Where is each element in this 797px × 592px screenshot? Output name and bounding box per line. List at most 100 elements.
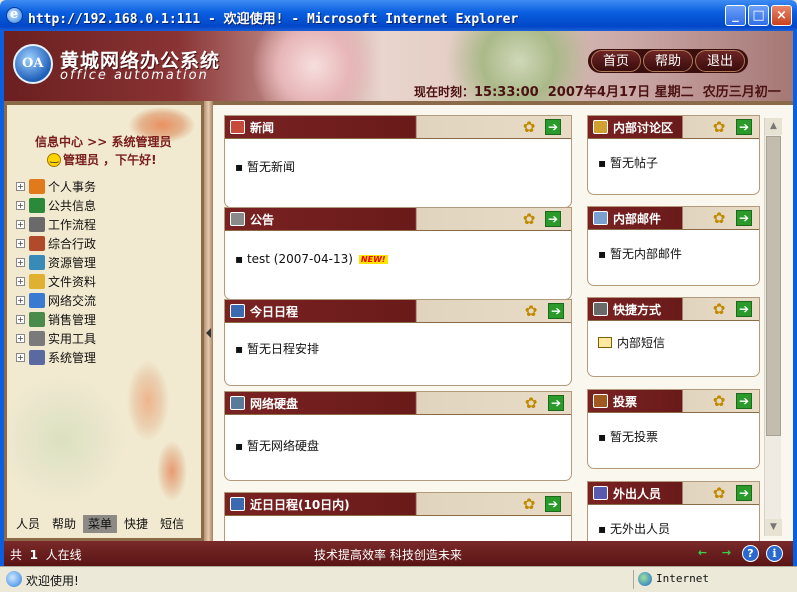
sidebar-item-label: 系统管理 (48, 351, 97, 365)
more-arrow-icon[interactable]: ➔ (736, 393, 752, 409)
sidebar-item-resource[interactable]: + 资源管理 (16, 253, 96, 272)
panel-header: 外出人员 ✿ ➔ (588, 482, 759, 505)
expand-icon[interactable]: + (16, 315, 25, 324)
more-arrow-icon[interactable]: ➔ (548, 303, 564, 319)
panel-title: 网络硬盘 (250, 397, 299, 411)
out-people-icon (593, 486, 608, 500)
system-subname: office automation (60, 68, 209, 83)
panel-network-disk: 网络硬盘 ✿ ➔ ▪ 暂无网络硬盘 (224, 391, 572, 481)
more-arrow-icon[interactable]: ➔ (545, 496, 561, 512)
panel-title: 外出人员 (613, 487, 662, 501)
info-icon[interactable]: i (766, 545, 783, 562)
help-button[interactable]: 帮助 (643, 50, 694, 72)
sidebar-item-personal[interactable]: + 个人事务 (16, 177, 96, 196)
expand-icon[interactable]: + (16, 334, 25, 343)
scroll-thumb[interactable] (766, 136, 781, 436)
online-number[interactable]: 1 (30, 548, 38, 562)
tab-help[interactable]: 帮助 (47, 515, 81, 533)
settings-gear-icon[interactable]: ✿ (711, 301, 727, 317)
network-icon (29, 293, 45, 308)
scroll-up-arrow-icon[interactable]: ▲ (765, 118, 782, 135)
maximize-button[interactable]: □ (748, 5, 769, 26)
forward-arrow-icon[interactable]: → (718, 545, 735, 562)
sidebar-item-workflow[interactable]: + 工作流程 (16, 215, 96, 234)
settings-gear-icon[interactable]: ✿ (521, 211, 537, 227)
sidebar-item-system[interactable]: + 系统管理 (16, 348, 96, 367)
koi-decoration (157, 441, 187, 501)
tab-shortcut[interactable]: 快捷 (119, 515, 153, 533)
panel-news: 新闻 ✿ ➔ ▪ 暂无新闻 (224, 115, 572, 208)
settings-gear-icon[interactable]: ✿ (523, 395, 539, 411)
lotus-decoration (244, 31, 384, 101)
top-nav: 首页 帮助 退出 (588, 49, 749, 73)
panel-title: 投票 (613, 395, 638, 409)
expand-icon[interactable]: + (16, 182, 25, 191)
panel-title: 内部讨论区 (613, 121, 674, 135)
slogan: 技术提高效率 科技创造未来 (314, 548, 462, 562)
panel-header: 今日日程 ✿ ➔ (225, 300, 571, 323)
online-count: 共 1 人在线 (10, 546, 82, 563)
greeting-text: 管理员 ，下午好! (63, 153, 157, 167)
announcement-link[interactable]: ▪ test (2007-04-13) (235, 252, 353, 266)
sidebar-item-label: 工作流程 (48, 218, 97, 232)
close-button[interactable]: × (771, 5, 792, 26)
panel-body: ▪ 暂无新闻 (235, 160, 295, 174)
more-arrow-icon[interactable]: ➔ (736, 210, 752, 226)
settings-gear-icon[interactable]: ✿ (521, 119, 537, 135)
mail-icon (593, 211, 608, 225)
logout-button[interactable]: 退出 (695, 50, 746, 72)
sidebar-item-files[interactable]: + 文件资料 (16, 272, 96, 291)
tab-menu[interactable]: 菜单 (83, 515, 118, 533)
settings-gear-icon[interactable]: ✿ (711, 119, 727, 135)
sidebar-item-label: 公共信息 (48, 199, 97, 213)
sidebar-collapse-handle[interactable] (204, 101, 213, 541)
minimize-button[interactable]: _ (725, 5, 746, 26)
workflow-icon (29, 217, 45, 232)
more-arrow-icon[interactable]: ➔ (545, 211, 561, 227)
window-title-bar[interactable]: http://192.168.0.1:111 - 欢迎使用! - Microso… (0, 0, 797, 31)
shortcut-sms[interactable]: 内部短信 (598, 334, 665, 351)
back-arrow-icon[interactable]: ← (694, 545, 711, 562)
sidebar-item-network[interactable]: + 网络交流 (16, 291, 96, 310)
sms-icon (598, 337, 612, 348)
expand-icon[interactable]: + (16, 220, 25, 229)
tab-sms[interactable]: 短信 (155, 515, 189, 533)
more-arrow-icon[interactable]: ➔ (548, 395, 564, 411)
more-arrow-icon[interactable]: ➔ (736, 301, 752, 317)
sidebar-item-public-info[interactable]: + 公共信息 (16, 196, 96, 215)
sidebar-item-tools[interactable]: + 实用工具 (16, 329, 96, 348)
more-arrow-icon[interactable]: ➔ (545, 119, 561, 135)
ie-icon (6, 7, 23, 24)
expand-icon[interactable]: + (16, 296, 25, 305)
expand-icon[interactable]: + (16, 353, 25, 362)
sidebar-item-label: 资源管理 (48, 256, 97, 270)
expand-icon[interactable]: + (16, 239, 25, 248)
more-arrow-icon[interactable]: ➔ (736, 119, 752, 135)
more-arrow-icon[interactable]: ➔ (736, 485, 752, 501)
settings-gear-icon[interactable]: ✿ (711, 393, 727, 409)
scroll-down-arrow-icon[interactable]: ▼ (765, 519, 782, 536)
sidebar-item-sales[interactable]: + 销售管理 (16, 310, 96, 329)
expand-icon[interactable]: + (16, 277, 25, 286)
expand-icon[interactable]: + (16, 258, 25, 267)
datetime-bar: 现在时刻：15:33:00 2007年4月17日 星期二 农历三月初一 (414, 81, 781, 100)
system-icon (29, 350, 45, 365)
home-button[interactable]: 首页 (591, 50, 642, 72)
globe-icon (638, 572, 652, 586)
settings-gear-icon[interactable]: ✿ (521, 496, 537, 512)
expand-icon[interactable]: + (16, 201, 25, 210)
personal-icon (29, 179, 45, 194)
settings-gear-icon[interactable]: ✿ (711, 210, 727, 226)
panel-title: 公告 (250, 213, 275, 227)
online-prefix: 共 (10, 548, 23, 562)
help-icon[interactable]: ? (742, 545, 759, 562)
panel-header: 快捷方式 ✿ ➔ (588, 298, 759, 321)
zone-label: Internet (656, 572, 709, 585)
settings-gear-icon[interactable]: ✿ (711, 485, 727, 501)
resource-icon (29, 255, 45, 270)
lotus-decoration (7, 375, 127, 505)
sidebar-item-admin[interactable]: + 综合行政 (16, 234, 96, 253)
tab-people[interactable]: 人员 (11, 515, 45, 533)
settings-gear-icon[interactable]: ✿ (523, 303, 539, 319)
content-scrollbar[interactable]: ▲ ▼ (764, 118, 782, 536)
